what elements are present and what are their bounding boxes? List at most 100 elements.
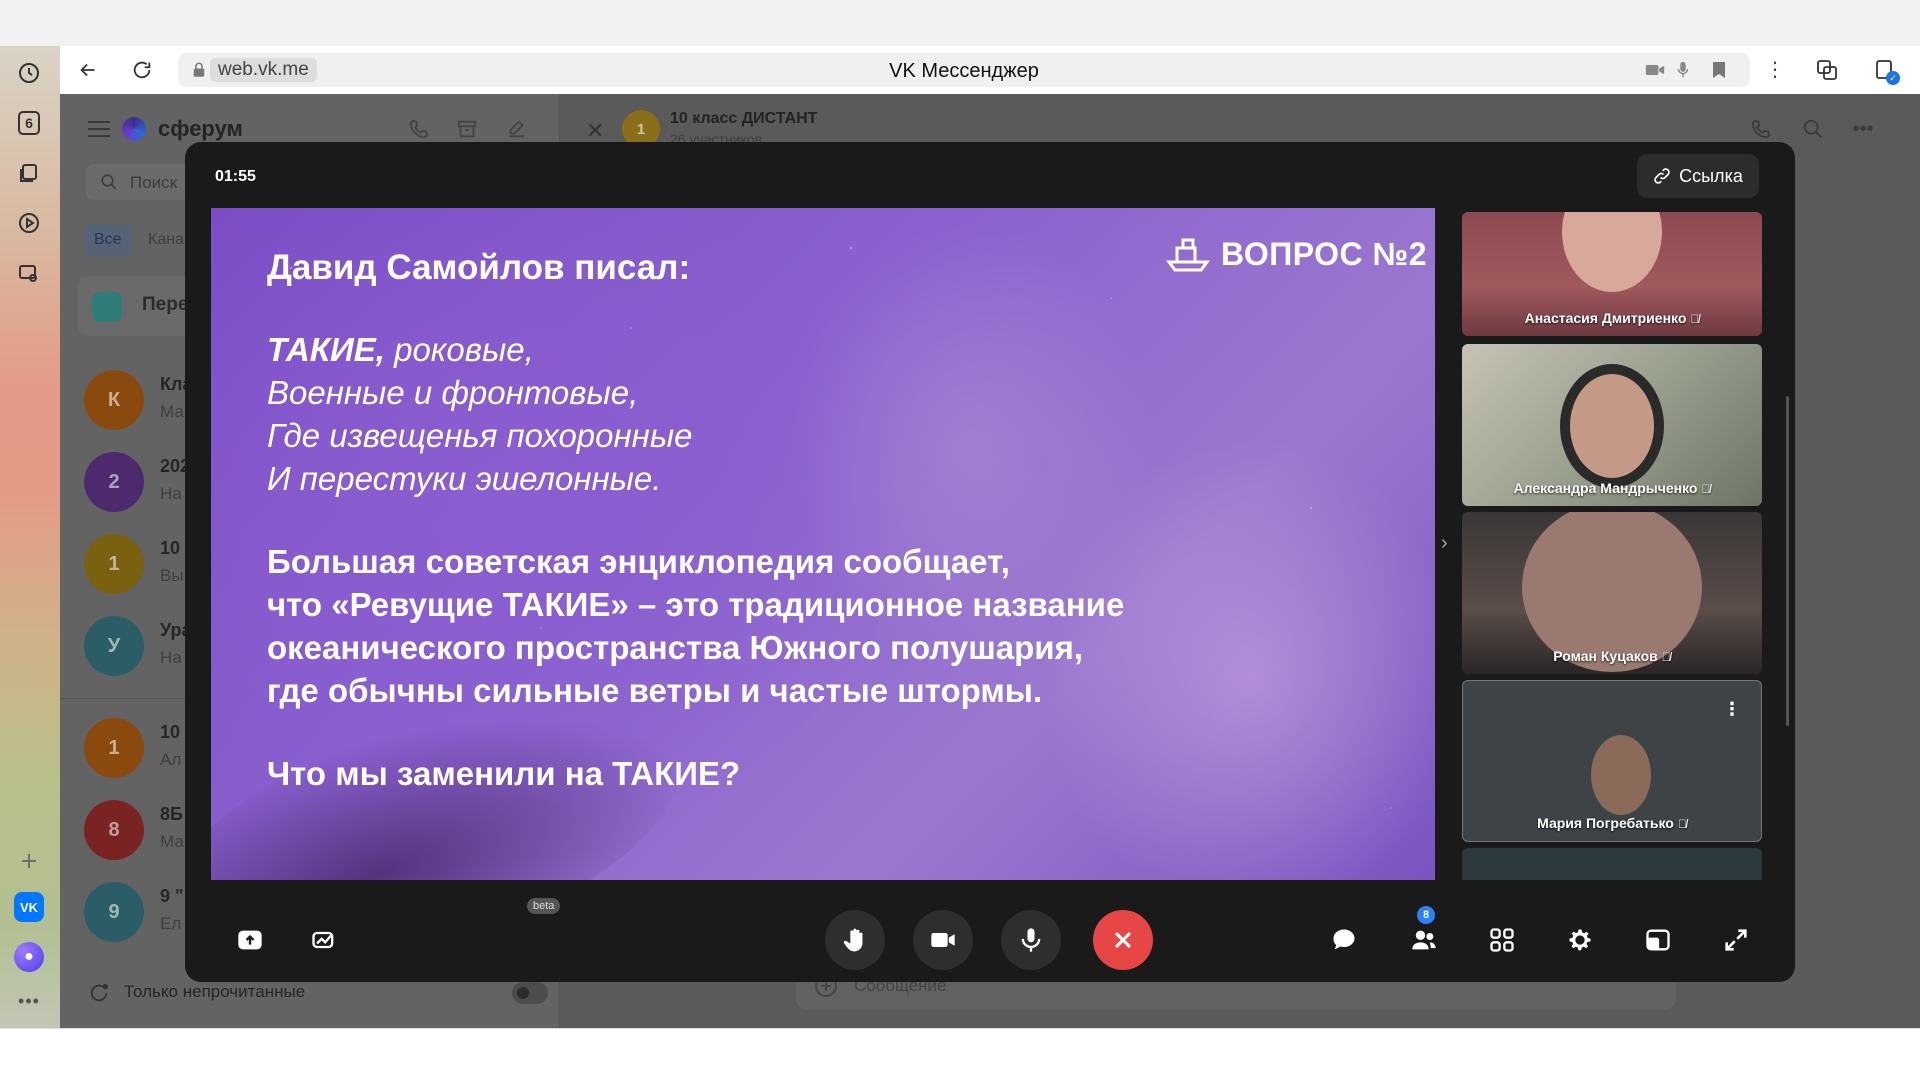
new-call-icon[interactable] <box>406 116 432 142</box>
extension-icon[interactable]: ✓ <box>1870 55 1900 85</box>
share-screen-button[interactable] <box>229 910 271 970</box>
call-timer: 01:55 <box>215 168 256 185</box>
close-icon <box>1114 931 1132 949</box>
vk-app-button[interactable]: VK <box>14 892 44 922</box>
reload-button[interactable] <box>126 54 158 86</box>
raise-hand-button[interactable] <box>825 910 885 970</box>
media-play-icon[interactable] <box>14 208 44 238</box>
fullscreen-button[interactable] <box>1715 910 1757 970</box>
chat-more-icon[interactable]: ••• <box>1850 116 1876 142</box>
participant-video <box>1591 735 1651 815</box>
encyclopedia-line: Большая советская энциклопедия сообщает, <box>267 543 1010 580</box>
messenger-app-button[interactable]: ● <box>14 942 44 972</box>
chat-button[interactable] <box>1323 910 1365 970</box>
call-icon[interactable] <box>1748 116 1774 142</box>
link-icon <box>1654 168 1670 184</box>
copy-link-button[interactable]: Ссылка <box>1637 154 1759 198</box>
url-field[interactable]: web.vk.me VK Мессенджер <box>178 53 1750 87</box>
app-header: сферум <box>88 116 243 142</box>
settings-button[interactable] <box>1559 910 1601 970</box>
participant-name: Мария Погребатько 🎙̸ <box>1537 815 1687 831</box>
screen-share-stage: ВОПРОС №2 Давид Самойлов писал: ТАКИЕ, р… <box>211 208 1435 880</box>
messenger-logo-icon: ● <box>14 942 44 972</box>
screen-bottom-strip <box>0 1028 1920 1080</box>
screen-share-icon <box>238 930 262 950</box>
downloads-icon[interactable]: 7 <box>1912 55 1920 85</box>
collections-icon[interactable] <box>14 158 44 188</box>
camera-permission-icon[interactable] <box>1644 61 1666 79</box>
unread-only-toggle[interactable] <box>512 982 548 1004</box>
participant-video <box>1560 364 1664 488</box>
filter-tab-all[interactable]: Все <box>84 224 132 256</box>
chat-avatar: 2 <box>84 452 144 512</box>
chat-name: 10 <box>160 538 181 558</box>
translate-icon[interactable] <box>1812 55 1842 85</box>
more-panels-icon[interactable]: ••• <box>14 986 44 1016</box>
grid-icon <box>1490 928 1514 952</box>
chat-preview: Ал <box>160 750 182 769</box>
participant-tile[interactable] <box>1462 848 1762 880</box>
mic-off-icon: 🎙̸ <box>1677 817 1687 831</box>
chevron-right-icon[interactable]: › <box>1441 532 1448 555</box>
chat-preview: Вы <box>160 566 184 585</box>
camera-button[interactable] <box>913 910 973 970</box>
pinned-chat-icon <box>92 292 122 322</box>
end-call-button[interactable] <box>1093 910 1153 970</box>
chat-preview: На <box>160 648 182 667</box>
search-icon <box>101 174 117 190</box>
participant-tile[interactable]: Роман Куцаков 🎙̸ <box>1462 512 1762 674</box>
chat-preview: Ма <box>160 832 184 851</box>
unread-icon <box>90 983 109 1002</box>
add-panel-icon[interactable] <box>14 846 44 876</box>
chat-avatar: К <box>84 370 144 430</box>
search-chat-icon[interactable] <box>1800 116 1826 142</box>
microphone-button[interactable] <box>1001 910 1061 970</box>
chat-header-title: 10 класс ДИСТАНТ <box>670 110 818 127</box>
participant-tiles: Анастасия Дмитриенко 🎙̸ Александра Мандры… <box>1462 212 1762 880</box>
call-window: 01:55 Ссылка ВОПРОС №2 Давид Самойлов пи… <box>185 142 1795 982</box>
tabs-count-button[interactable]: 6 <box>14 108 44 138</box>
participants-count-badge: 8 <box>1417 906 1435 924</box>
unread-only-label: Только непрочитанные <box>124 982 306 1001</box>
hand-icon <box>843 928 863 952</box>
participant-tile[interactable]: ⋮ Мария Погребатько 🎙̸ <box>1462 680 1762 842</box>
copy-link-label: Ссылка <box>1679 165 1743 186</box>
picture-in-picture-button[interactable] <box>1637 910 1679 970</box>
whiteboard-icon <box>312 931 334 949</box>
tile-more-icon[interactable]: ⋮ <box>1723 699 1741 720</box>
chat-preview: Ма <box>160 402 184 421</box>
participant-name: Александра Мандрыченко 🎙̸ <box>1513 480 1711 496</box>
compose-icon[interactable] <box>504 116 530 142</box>
history-icon[interactable] <box>14 58 44 88</box>
participant-video <box>1562 212 1662 292</box>
encyclopedia-line: что «Ревущие ТАКИЕ» – это традиционное н… <box>267 586 1125 623</box>
sferum-logo-icon <box>122 117 146 141</box>
expand-icon <box>1725 929 1747 951</box>
close-chat-icon[interactable]: ✕ <box>586 118 604 144</box>
poem-line: ТАКИЕ, роковые, <box>267 328 1317 371</box>
menu-icon[interactable] <box>88 121 110 137</box>
browser-address-bar: web.vk.me VK Мессенджер ⋮ ✓ 7 <box>60 46 1920 94</box>
participant-tile[interactable]: Александра Мандрыченко 🎙̸ <box>1462 344 1762 506</box>
lock-icon <box>193 62 205 77</box>
poem-line: Где извещенья похоронные <box>267 417 693 454</box>
whiteboard-button[interactable] <box>303 910 345 970</box>
screenshot-icon[interactable] <box>14 258 44 288</box>
mic-permission-icon[interactable] <box>1672 61 1694 79</box>
tiles-scrollbar[interactable] <box>1786 396 1789 726</box>
tabs-count: 6 <box>18 111 40 135</box>
mic-off-icon: 🎙̸ <box>1690 312 1700 326</box>
participant-tile[interactable]: Анастасия Дмитриенко 🎙̸ <box>1462 212 1762 336</box>
browser-sidebar: 6 VK ● ••• <box>0 46 60 1028</box>
grid-layout-button[interactable] <box>1481 910 1523 970</box>
bookmark-icon[interactable] <box>1708 61 1730 79</box>
mic-off-icon: 🎙̸ <box>1701 482 1711 496</box>
slide-text: Давид Самойлов писал: ТАКИЕ, роковые, Во… <box>267 246 1317 795</box>
browser-menu-icon[interactable]: ⋮ <box>1760 55 1790 85</box>
back-button[interactable] <box>72 54 104 86</box>
chat-avatar: 1 <box>84 534 144 594</box>
url-text: web.vk.me <box>210 58 317 82</box>
poem-line: И перестуки эшелонные. <box>267 460 662 497</box>
chat-avatar: 9 <box>84 882 144 942</box>
archive-icon[interactable] <box>454 116 480 142</box>
